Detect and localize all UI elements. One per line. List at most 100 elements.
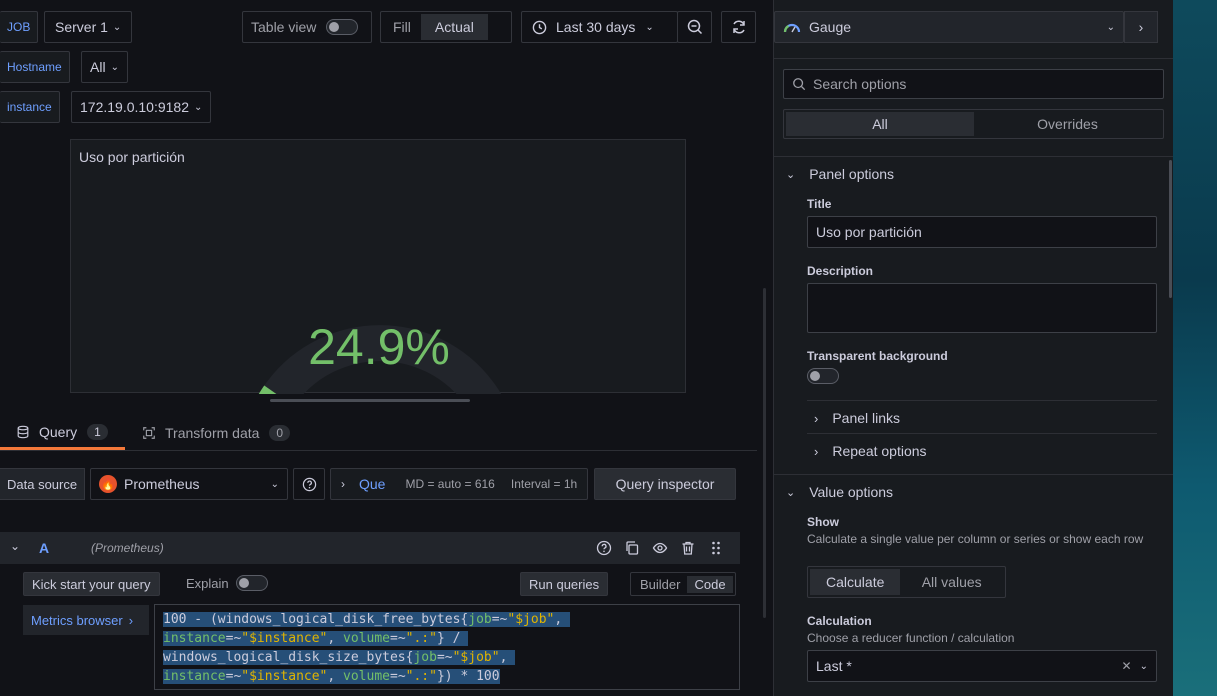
code-token: ".:": [405, 631, 437, 646]
gauge-value: 24.9%: [308, 319, 450, 375]
query-code-editor[interactable]: 100 - (windows_logical_disk_free_bytes{j…: [154, 604, 740, 690]
repeat-options-header[interactable]: › Repeat options: [814, 441, 927, 461]
panel-options-label: Panel options: [809, 166, 895, 182]
code-token: instance: [163, 631, 226, 646]
metrics-browser-button[interactable]: Metrics browser ›: [23, 605, 149, 635]
job-variable-value: Server 1: [55, 19, 108, 35]
explain-switch[interactable]: [236, 575, 268, 591]
tab-query-count: 1: [87, 423, 108, 440]
table-view-label: Table view: [251, 19, 317, 35]
trash-icon[interactable]: [680, 540, 696, 556]
clear-icon[interactable]: ✕: [1122, 659, 1132, 673]
job-variable-label: JOB: [0, 11, 39, 43]
eye-icon[interactable]: [652, 540, 668, 556]
panel-resize-handle[interactable]: [270, 399, 470, 402]
run-queries-button[interactable]: Run queries: [520, 572, 609, 596]
gauge-viz-icon: [783, 23, 801, 33]
hostname-variable-select[interactable]: All ⌄: [81, 51, 128, 83]
title-input[interactable]: Uso por partición: [807, 216, 1157, 248]
transparent-background-label: Transparent background: [807, 349, 948, 363]
code-mode-button[interactable]: Code: [687, 575, 733, 593]
calculation-label: Calculation: [807, 614, 872, 628]
chevron-down-icon: ⌄: [194, 101, 203, 113]
show-description: Calculate a single value per column or s…: [807, 532, 1144, 546]
chevron-right-icon: ›: [814, 410, 819, 426]
help-icon: [302, 477, 316, 491]
chevron-right-icon: ›: [1138, 19, 1144, 35]
transform-icon: [143, 427, 155, 439]
datasource-picker[interactable]: 🔥 Prometheus ⌄: [90, 468, 288, 500]
datasource-help-button[interactable]: [293, 468, 325, 500]
hostname-variable-label: Hostname: [0, 51, 70, 83]
show-mode-switch: Calculate All values: [807, 566, 1006, 598]
query-inspector-button[interactable]: Query inspector: [594, 468, 736, 500]
tab-all[interactable]: All: [786, 112, 974, 136]
code-token: =~: [390, 631, 406, 646]
transparent-background-switch[interactable]: [807, 368, 839, 384]
tab-overrides[interactable]: Overrides: [974, 112, 1161, 136]
query-ref-id[interactable]: A: [39, 540, 49, 556]
tabs-divider: [0, 450, 757, 451]
chevron-down-icon: ⌄: [270, 478, 279, 490]
viz-name: Gauge: [809, 19, 852, 35]
code-token: "$job": [507, 612, 555, 627]
chevron-down-icon: ⌄: [1139, 660, 1148, 672]
options-scrollbar[interactable]: [1169, 160, 1172, 298]
calculate-button[interactable]: Calculate: [810, 569, 901, 595]
options-tabs: All Overrides: [783, 109, 1164, 139]
code-token: "$instance": [241, 631, 328, 646]
help-icon[interactable]: [596, 540, 612, 556]
options-body-border: [774, 58, 1174, 59]
actual-button[interactable]: Actual: [420, 14, 488, 40]
editor-scrollbar[interactable]: [763, 288, 766, 618]
code-token: ".:": [405, 669, 437, 684]
code-token: }) * 100: [436, 669, 500, 684]
tab-query[interactable]: Query 1: [0, 416, 125, 450]
code-token: volume: [343, 669, 390, 684]
options-divider: [774, 156, 1174, 157]
drag-handle-icon[interactable]: [708, 540, 724, 556]
builder-mode-button[interactable]: Builder: [633, 577, 687, 592]
refresh-button[interactable]: [721, 11, 756, 43]
table-view-switch[interactable]: [326, 19, 359, 35]
query-options-toggle[interactable]: › Que MD = auto = 616 Interval = 1h: [330, 468, 588, 500]
job-variable-select[interactable]: Server 1 ⌄: [44, 11, 133, 43]
fill-button[interactable]: Fill: [383, 14, 421, 40]
duplicate-icon[interactable]: [624, 540, 640, 556]
chevron-right-icon: ›: [341, 477, 345, 491]
chevron-down-icon: ⌄: [110, 61, 119, 73]
collapse-query-icon[interactable]: ⌄: [10, 539, 20, 553]
fill-actual-group: Fill Actual: [380, 11, 512, 43]
search-icon: [793, 78, 806, 91]
value-options-header[interactable]: ⌄ Value options: [786, 482, 893, 502]
description-textarea[interactable]: [807, 283, 1157, 333]
search-options-input[interactable]: Search options: [783, 69, 1164, 99]
search-placeholder: Search options: [813, 76, 907, 92]
time-range-picker[interactable]: Last 30 days ⌄: [521, 11, 678, 43]
code-token: =~: [390, 669, 406, 684]
zoom-out-button[interactable]: [677, 11, 712, 43]
instance-variable-select[interactable]: 172.19.0.10:9182 ⌄: [71, 91, 212, 123]
code-token: windows_logical_disk_size_bytes{: [163, 650, 414, 665]
description-field-label: Description: [807, 264, 874, 278]
collapse-options-button[interactable]: ›: [1124, 11, 1158, 43]
value-options-label: Value options: [809, 484, 894, 500]
kick-start-button[interactable]: Kick start your query: [23, 572, 160, 596]
code-token: job: [468, 612, 492, 627]
chevron-right-icon: ›: [128, 612, 134, 628]
query-line-1: 100 - (windows_logical_disk_free_bytes{j…: [163, 610, 731, 629]
max-data-points: MD = auto = 616: [405, 477, 495, 491]
viz-picker[interactable]: Gauge ⌄: [774, 11, 1124, 43]
panel-options-header[interactable]: ⌄ Panel options: [786, 164, 894, 184]
calculation-select[interactable]: Last * ✕ ⌄: [807, 650, 1157, 682]
tab-transform[interactable]: Transform data 0: [142, 416, 291, 450]
panel-links-header[interactable]: › Panel links: [814, 408, 900, 428]
all-values-button[interactable]: All values: [900, 569, 1003, 595]
code-token: =~: [491, 612, 508, 627]
database-icon: [17, 425, 29, 438]
table-view-toggle[interactable]: Table view: [242, 11, 372, 43]
code-token: =~: [225, 669, 242, 684]
calculation-value: Last *: [816, 658, 852, 674]
code-token: 100 - (windows_logical_disk_free_bytes{: [163, 612, 469, 627]
code-token: ,: [327, 631, 344, 646]
